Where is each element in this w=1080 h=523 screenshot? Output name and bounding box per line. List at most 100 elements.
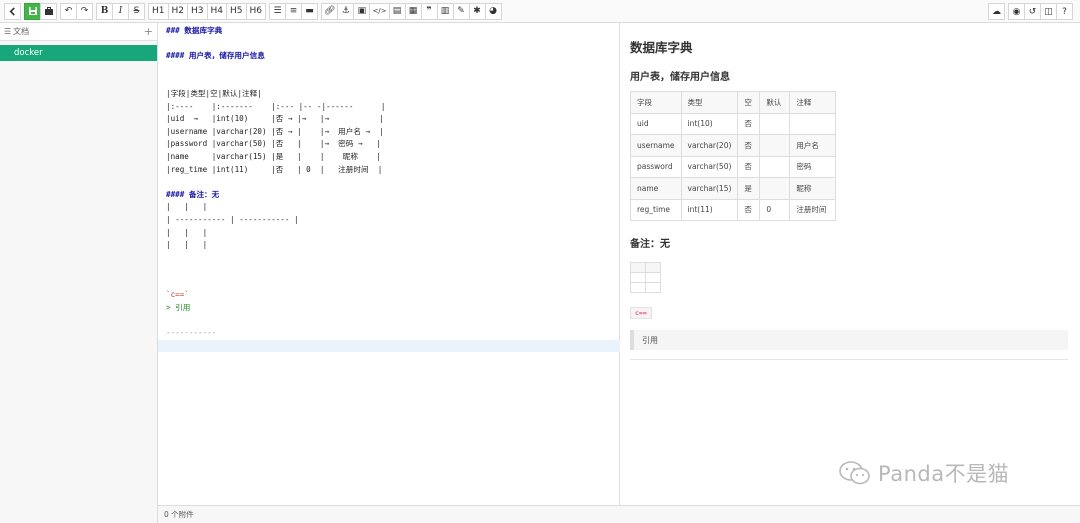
- attachment-count[interactable]: 0 个附件: [164, 509, 194, 520]
- unordered-list-button[interactable]: ☰: [269, 2, 286, 20]
- sidebar-item-label: docker: [14, 48, 43, 58]
- markdown-preview: 数据库字典 用户表，储存用户信息 字段 类型 空 默认 注释 uid int(1…: [620, 23, 1080, 505]
- editor-line[interactable]: [166, 277, 619, 290]
- attachment-button[interactable]: ✎: [452, 2, 470, 20]
- editor-line[interactable]: -----------: [166, 327, 619, 340]
- table-cell: [645, 262, 661, 273]
- h2-button[interactable]: H2: [167, 2, 188, 20]
- markdown-editor-app: ↶ ↷ B I S H1 H2 H3 H4 H5 H6 ☰ ≡ ▬ 🔗︎ ⚓︎ …: [0, 0, 1080, 523]
- table-cell: 否: [737, 134, 761, 157]
- italic-button[interactable]: I: [112, 2, 129, 20]
- editor-text-area[interactable]: ### 数据库字典 #### 用户表，储存用户信息 |字段|类型|空|默认|注释| |…: [158, 23, 620, 365]
- save-icon: [28, 7, 37, 15]
- sidebar-title: 文档: [13, 27, 30, 36]
- table-cell: 否: [737, 198, 761, 221]
- h6-button[interactable]: H6: [245, 2, 266, 20]
- table-cell: 否: [737, 112, 761, 135]
- newspaper-icon: ▥: [440, 6, 450, 16]
- editor-line[interactable]: |字段|类型|空|默认|注释|: [166, 88, 619, 101]
- preview-title: 数据库字典: [630, 40, 693, 55]
- editor-line[interactable]: [166, 252, 619, 265]
- code-block-button[interactable]: ▤: [388, 2, 406, 20]
- editor-line[interactable]: |password |varchar(50) |否 | |→ 密码 → |: [166, 138, 619, 151]
- anchor-button[interactable]: ⚓︎: [337, 2, 355, 20]
- editor-line[interactable]: [166, 38, 619, 51]
- table-cell: varchar(50): [680, 155, 739, 178]
- preview-toggle-button[interactable]: ◉: [1008, 3, 1025, 20]
- editor-line[interactable]: `c==`: [166, 289, 619, 302]
- editor-line[interactable]: |reg_time |int(11) |否 | 0 | 注册时间 |: [166, 164, 619, 177]
- horizontal-rule: [630, 359, 1068, 360]
- tools-button[interactable]: ✱: [468, 2, 486, 20]
- html-entity-button[interactable]: ▥: [436, 2, 454, 20]
- editor-toolbar: ↶ ↷ B I S H1 H2 H3 H4 H5 H6 ☰ ≡ ▬ 🔗︎ ⚓︎ …: [0, 0, 1080, 23]
- table-header-cell: 默认: [759, 91, 791, 114]
- code-icon: </>: [372, 7, 387, 15]
- editor-line[interactable]: | | |: [166, 201, 619, 214]
- list-ol-icon: ≡: [289, 6, 298, 16]
- editor-line[interactable]: |username |varchar(20) |否 → | |→ 用户名 → |: [166, 126, 619, 139]
- columns-icon: ◫: [1044, 6, 1053, 17]
- editor-line[interactable]: |uid → |int(10) |否 → |→ |→ |: [166, 113, 619, 126]
- bold-button[interactable]: B: [96, 2, 113, 20]
- link-button[interactable]: 🔗︎: [321, 2, 339, 20]
- editor-line[interactable]: |name |varchar(15) |是 | | 昵称 |: [166, 151, 619, 164]
- dashboard-icon: ◕: [489, 6, 497, 16]
- editor-line[interactable]: | ----------- | ----------- |: [166, 214, 619, 227]
- horizontal-rule-button[interactable]: ▬: [301, 2, 318, 20]
- editor-line[interactable]: ### 数据库字典: [166, 25, 619, 38]
- table-cell: 注册时间: [789, 198, 837, 221]
- sidebar-toggle-button[interactable]: ◫: [1040, 3, 1057, 20]
- strikethrough-button[interactable]: S: [128, 2, 145, 20]
- editor-line[interactable]: | | |: [166, 239, 619, 252]
- sidebar-item-docker[interactable]: docker: [0, 45, 157, 61]
- dashboard-button[interactable]: ◕: [484, 2, 502, 20]
- editor-line[interactable]: [158, 339, 620, 353]
- ordered-list-button[interactable]: ≡: [285, 2, 302, 20]
- add-document-button[interactable]: +: [144, 25, 153, 38]
- back-button[interactable]: [4, 2, 21, 20]
- table-row: reg_time int(11) 否 0 注册时间: [630, 198, 837, 221]
- h4-button[interactable]: H4: [206, 2, 227, 20]
- editor-line[interactable]: #### 用户表，储存用户信息: [166, 50, 619, 63]
- editor-line[interactable]: [166, 352, 619, 365]
- briefcase-icon: [44, 7, 53, 15]
- cloud-upload-icon: ☁: [992, 6, 1001, 17]
- undo-icon: ↶: [64, 6, 73, 16]
- template-button[interactable]: [40, 2, 57, 20]
- table-cell: 昵称: [789, 177, 837, 200]
- editor-line[interactable]: > 引用: [166, 302, 619, 315]
- editor-line[interactable]: #### 备注：无: [166, 189, 619, 202]
- table-cell: [759, 177, 791, 200]
- table-header-cell: 注释: [789, 91, 837, 114]
- editor-line[interactable]: |:---- |:------- |:--- |-- -|------ |: [166, 101, 619, 114]
- history-button[interactable]: ↺: [1024, 3, 1041, 20]
- table-header-cell: 类型: [680, 91, 739, 114]
- undo-button[interactable]: ↶: [60, 2, 77, 20]
- image-button[interactable]: ▣: [353, 2, 371, 20]
- markdown-editor[interactable]: ### 数据库字典 #### 用户表，储存用户信息 |字段|类型|空|默认|注释| |…: [158, 23, 620, 505]
- editor-line[interactable]: [166, 315, 619, 328]
- save-button[interactable]: [24, 2, 41, 20]
- h1-button[interactable]: H1: [148, 2, 169, 20]
- code-button[interactable]: </>: [369, 2, 390, 20]
- cloud-upload-button[interactable]: ☁: [988, 3, 1005, 20]
- editor-line[interactable]: [166, 264, 619, 277]
- table-cell: 用户名: [789, 134, 837, 157]
- quote-button[interactable]: ❞: [420, 2, 438, 20]
- editor-line[interactable]: | | |: [166, 227, 619, 240]
- file-code-icon: ▤: [392, 6, 402, 16]
- preview-subtitle: 用户表，储存用户信息: [630, 72, 730, 83]
- editor-line[interactable]: [166, 63, 619, 76]
- table-button[interactable]: ▦: [404, 2, 422, 20]
- table-cell: [645, 272, 661, 283]
- editor-line[interactable]: [166, 176, 619, 189]
- table-row: password varchar(50) 否 密码: [630, 155, 837, 178]
- h3-button[interactable]: H3: [187, 2, 208, 20]
- table-row: name varchar(15) 是 昵称: [630, 177, 837, 200]
- table-cell: [645, 282, 661, 293]
- h5-button[interactable]: H5: [226, 2, 247, 20]
- editor-line[interactable]: [166, 75, 619, 88]
- redo-button[interactable]: ↷: [76, 2, 93, 20]
- help-button[interactable]: ?: [1056, 3, 1073, 20]
